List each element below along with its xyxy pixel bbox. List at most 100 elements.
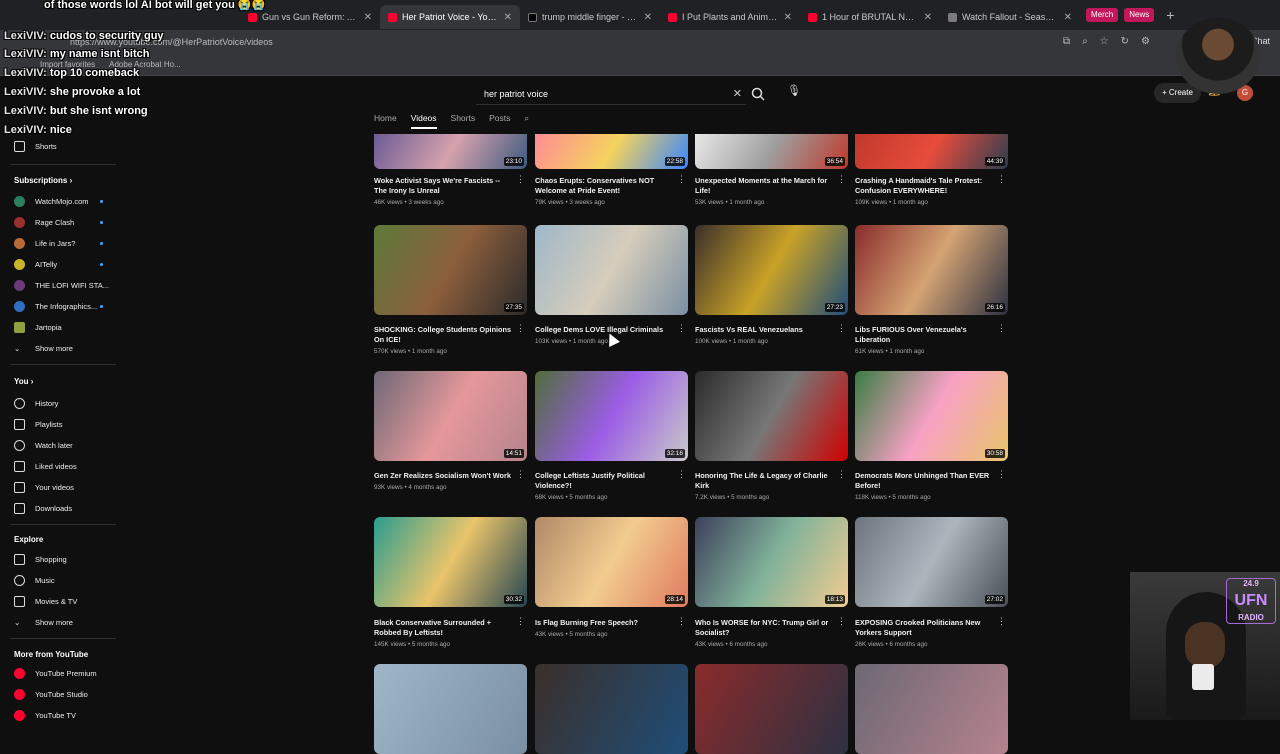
video-title[interactable]: Is Flag Burning Free Speech? (535, 618, 675, 628)
video-title[interactable]: EXPOSING Crooked Politicians New Yorkers… (855, 618, 995, 638)
video-thumbnail[interactable] (855, 664, 1008, 754)
more-options-icon[interactable]: ⋮ (997, 323, 1006, 334)
news-tab-pill[interactable]: News (1124, 8, 1155, 22)
close-tab-icon[interactable]: ✕ (364, 12, 372, 23)
new-tab-icon[interactable]: + (1166, 7, 1174, 23)
video-title[interactable]: Democrats More Unhinged Than EVER Before… (855, 471, 995, 491)
sidebar-item-shorts[interactable]: Shorts (14, 138, 57, 154)
address-bar[interactable]: https://www.youtube.com/@HerPatriotVoice… (0, 30, 1280, 54)
subscription-item[interactable]: WatchMojo.com (14, 193, 89, 209)
video-title[interactable]: College Dems LOVE Illegal Criminals (535, 325, 675, 335)
video-thumbnail[interactable]: 27:23 (695, 225, 848, 315)
refresh-icon[interactable]: ↻ (1121, 36, 1129, 47)
more-options-icon[interactable]: ⋮ (837, 616, 846, 627)
video-thumbnail[interactable]: 27:35 (374, 225, 527, 315)
subscription-item[interactable]: Rage Clash (14, 214, 74, 230)
merch-tab-pill[interactable]: Merch (1086, 8, 1119, 22)
more-options-icon[interactable]: ⋮ (516, 174, 525, 185)
video-thumbnail[interactable] (374, 664, 527, 754)
sidebar-item-youtube-tv[interactable]: YouTube TV (14, 707, 76, 723)
video-title[interactable]: Crashing A Handmaid's Tale Protest: Conf… (855, 176, 995, 196)
video-thumbnail[interactable]: 27:02 (855, 517, 1008, 607)
more-options-icon[interactable]: ⋮ (997, 174, 1006, 185)
subscription-item[interactable]: Jartopia (14, 319, 62, 335)
sidebar-item-playlists[interactable]: Playlists (14, 416, 63, 432)
video-title[interactable]: SHOCKING: College Students Opinions On I… (374, 325, 514, 345)
sidebar-item-music[interactable]: Music (14, 572, 55, 588)
more-options-icon[interactable]: ⋮ (837, 469, 846, 480)
video-thumbnail[interactable]: 32:16 (535, 371, 688, 461)
sidebar-item-shopping[interactable]: Shopping (14, 551, 67, 567)
close-tab-icon[interactable]: ✕ (644, 12, 652, 23)
close-tab-icon[interactable]: ✕ (924, 12, 932, 23)
sidebar-item-history[interactable]: History (14, 395, 58, 411)
sidebar-item-your-videos[interactable]: Your videos (14, 479, 74, 495)
more-options-icon[interactable]: ⋮ (516, 616, 525, 627)
video-title[interactable]: Honoring The Life & Legacy of Charlie Ki… (695, 471, 835, 491)
sidebar-item-movies-tv[interactable]: Movies & TV (14, 593, 77, 609)
more-options-icon[interactable]: ⋮ (677, 174, 686, 185)
browser-tab[interactable]: I Put Plants and Animals in a✕ (660, 5, 800, 29)
video-title[interactable]: Fascists Vs REAL Venezuelans (695, 325, 835, 335)
video-thumbnail[interactable]: 26:16 (855, 225, 1008, 315)
more-options-icon[interactable]: ⋮ (677, 469, 686, 480)
more-options-icon[interactable]: ⋮ (677, 323, 686, 334)
microphone-icon[interactable]: 🎙 (787, 84, 801, 102)
browser-tab[interactable]: Gun vs Gun Reform: Are ✕ (240, 5, 380, 29)
sidebar-item-liked-videos[interactable]: Liked videos (14, 458, 77, 474)
clear-search-icon[interactable]: ✕ (733, 83, 742, 105)
channel-search-icon[interactable]: ⌕ (524, 113, 529, 129)
close-tab-icon[interactable]: ✕ (504, 12, 512, 23)
more-options-icon[interactable]: ⋮ (516, 323, 525, 334)
zoom-icon[interactable]: ⌕ (1082, 36, 1088, 47)
subscription-item[interactable]: The Infographics... (14, 298, 97, 314)
sidebar-item-youtube-studio[interactable]: YouTube Studio (14, 686, 88, 702)
more-options-icon[interactable]: ⋮ (677, 616, 686, 627)
open-in-app-icon[interactable]: ⧉ (1063, 36, 1070, 47)
subscription-item[interactable]: AITelly (14, 256, 57, 272)
video-thumbnail[interactable]: 28:14 (535, 517, 688, 607)
close-tab-icon[interactable]: ✕ (784, 12, 792, 23)
tab-videos[interactable]: Videos (410, 113, 437, 129)
more-options-icon[interactable]: ⋮ (997, 616, 1006, 627)
more-options-icon[interactable]: ⋮ (837, 323, 846, 334)
favorite-star-icon[interactable]: ☆ (1100, 36, 1109, 47)
video-title[interactable]: Gen Zer Realizes Socialism Won't Work (374, 471, 514, 481)
video-thumbnail[interactable] (535, 664, 688, 754)
close-tab-icon[interactable]: ✕ (1064, 12, 1072, 23)
video-thumbnail[interactable]: 23:10 (374, 134, 527, 169)
video-thumbnail[interactable] (695, 664, 848, 754)
browser-tab[interactable]: Watch Fallout - Season 2 | Pr✕ (940, 5, 1080, 29)
video-thumbnail[interactable]: 30:58 (855, 371, 1008, 461)
more-options-icon[interactable]: ⋮ (997, 469, 1006, 480)
video-title[interactable]: Woke Activist Says We're Fascists -- The… (374, 176, 514, 196)
subscriptions-heading[interactable]: Subscriptions › (14, 176, 72, 185)
browser-tab[interactable]: trump middle finger - Search✕ (520, 5, 660, 29)
video-title[interactable]: College Leftists Justify Political Viole… (535, 471, 675, 491)
sidebar-item-watch-later[interactable]: Watch later (14, 437, 73, 453)
browser-tab[interactable]: 1 Hour of BRUTAL NHL Fight✕ (800, 5, 940, 29)
tab-posts[interactable]: Posts (489, 113, 510, 129)
video-thumbnail[interactable]: 36:54 (695, 134, 848, 169)
video-thumbnail[interactable] (695, 371, 848, 461)
video-thumbnail[interactable] (535, 225, 688, 315)
search-icon[interactable] (750, 86, 766, 102)
browser-tab-active[interactable]: Her Patriot Voice - YouTube✕ (380, 5, 520, 29)
extensions-icon[interactable]: ⚙ (1141, 36, 1150, 47)
more-options-icon[interactable]: ⋮ (837, 174, 846, 185)
bookmark-adobe[interactable]: Adobe Acrobat Ho... (109, 60, 181, 69)
subscription-item[interactable]: THE LOFI WIFI STA... (14, 277, 109, 293)
you-heading[interactable]: You › (14, 377, 33, 386)
video-title[interactable]: Libs FURIOUS Over Venezuela's Liberation (855, 325, 995, 345)
video-thumbnail[interactable]: 44:39 (855, 134, 1008, 169)
more-options-icon[interactable]: ⋮ (516, 469, 525, 480)
subscription-item[interactable]: Life in Jars? (14, 235, 75, 251)
tab-shorts[interactable]: Shorts (451, 113, 476, 129)
sidebar-item-downloads[interactable]: Downloads (14, 500, 72, 516)
show-more-explore[interactable]: ⌄ Show more (14, 614, 73, 630)
search-input[interactable]: her patriot voice ✕ (476, 83, 746, 105)
video-title[interactable]: Black Conservative Surrounded + Robbed B… (374, 618, 514, 638)
video-title[interactable]: Unexpected Moments at the March for Life… (695, 176, 835, 196)
video-thumbnail[interactable]: 22:58 (535, 134, 688, 169)
tab-home[interactable]: Home (374, 113, 397, 129)
